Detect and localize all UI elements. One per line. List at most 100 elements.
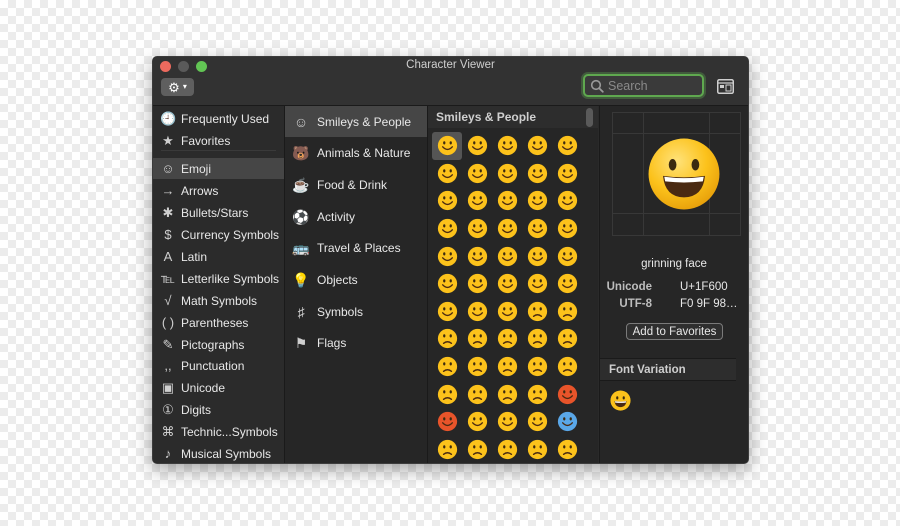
emoji-cell[interactable]	[432, 408, 462, 436]
emoji-cell[interactable]	[432, 270, 462, 298]
search-icon	[590, 79, 604, 93]
emoji-cell[interactable]	[432, 325, 462, 353]
emoji-cell[interactable]	[492, 380, 522, 408]
emoji-cell[interactable]	[462, 242, 492, 270]
emoji-cell[interactable]	[552, 408, 582, 436]
category-activity[interactable]: ⚽ Activity	[285, 201, 427, 232]
emoji-cell[interactable]	[522, 215, 552, 243]
emoji-cell[interactable]	[552, 187, 582, 215]
emoji-cell[interactable]	[522, 132, 552, 160]
emoji-cell[interactable]	[432, 298, 462, 326]
emoji-cell[interactable]	[522, 270, 552, 298]
emoji-cell[interactable]	[522, 187, 552, 215]
emoji-cell[interactable]	[552, 215, 582, 243]
emoji-cell[interactable]	[462, 298, 492, 326]
emoji-cell[interactable]	[552, 325, 582, 353]
emoji-cell[interactable]	[462, 160, 492, 188]
sidebar-item-latin[interactable]: A Latin	[153, 246, 284, 267]
emoji-face-icon	[437, 412, 457, 432]
emoji-cell[interactable]	[492, 242, 522, 270]
sidebar-item-letterlike-symbols[interactable]: ℡ Letterlike Symbols	[153, 268, 284, 289]
emoji-face-icon	[527, 218, 547, 239]
emoji-cell[interactable]	[492, 436, 522, 463]
emoji-cell[interactable]	[462, 270, 492, 298]
emoji-cell[interactable]	[552, 436, 582, 463]
category-flags[interactable]: ⚑ Flags	[285, 328, 427, 359]
emoji-cell[interactable]	[462, 132, 492, 160]
sidebar-item-currency-symbols[interactable]: $ Currency Symbols	[153, 224, 284, 245]
sidebar-item-digits[interactable]: ① Digits	[153, 399, 284, 420]
emoji-cell[interactable]	[522, 242, 552, 270]
sidebar-item-unicode[interactable]: ▣ Unicode	[153, 377, 284, 398]
emoji-face-icon	[497, 412, 517, 432]
add-to-favorites-button[interactable]: Add to Favorites	[626, 323, 723, 340]
emoji-cell[interactable]	[492, 325, 522, 353]
emoji-cell[interactable]	[432, 242, 462, 270]
emoji-cell[interactable]	[432, 215, 462, 243]
emoji-cell[interactable]	[462, 353, 492, 381]
emoji-cell[interactable]	[462, 215, 492, 243]
category-icon: ⚽	[292, 208, 310, 225]
emoji-cell[interactable]	[552, 353, 582, 381]
emoji-cell[interactable]	[432, 132, 462, 160]
emoji-cell[interactable]	[462, 187, 492, 215]
expand-view-icon[interactable]	[717, 79, 734, 94]
search-input[interactable]	[604, 78, 702, 93]
emoji-cell[interactable]	[492, 132, 522, 160]
emoji-cell[interactable]	[492, 215, 522, 243]
emoji-cell[interactable]	[522, 325, 552, 353]
sidebar-item-favorites[interactable]: ★ Favorites	[153, 130, 284, 151]
emoji-cell[interactable]	[552, 298, 582, 326]
emoji-face-icon	[527, 191, 547, 211]
emoji-cell[interactable]	[432, 436, 462, 463]
emoji-cell[interactable]	[492, 187, 522, 215]
emoji-cell[interactable]	[522, 408, 552, 436]
emoji-cell[interactable]	[432, 353, 462, 381]
category-objects[interactable]: 💡 Objects	[285, 265, 427, 296]
font-variation-emoji[interactable]	[610, 390, 631, 411]
sidebar-item-punctuation[interactable]: ,, Punctuation	[153, 355, 284, 376]
sidebar-item-bullets-stars[interactable]: ✱ Bullets/Stars	[153, 202, 284, 223]
sidebar-item-arrows[interactable]: → Arrows	[153, 180, 284, 201]
sidebar-item-pictographs[interactable]: ✎ Pictographs	[153, 334, 284, 355]
emoji-cell[interactable]	[552, 242, 582, 270]
category-smileys-people[interactable]: ☺ Smileys & People	[285, 106, 427, 137]
emoji-cell[interactable]	[492, 298, 522, 326]
emoji-cell[interactable]	[552, 270, 582, 298]
emoji-cell[interactable]	[462, 380, 492, 408]
emoji-cell[interactable]	[552, 132, 582, 160]
sidebar-item-math-symbols[interactable]: √ Math Symbols	[153, 290, 284, 311]
sidebar-item-parentheses[interactable]: ( ) Parentheses	[153, 312, 284, 333]
emoji-cell[interactable]	[522, 160, 552, 188]
category-symbols[interactable]: ♯ Symbols	[285, 296, 427, 327]
sidebar-item-emoji[interactable]: ☺ Emoji	[153, 158, 284, 179]
emoji-cell[interactable]	[462, 325, 492, 353]
emoji-face-icon	[527, 163, 547, 184]
emoji-cell[interactable]	[492, 270, 522, 298]
emoji-cell[interactable]	[432, 380, 462, 408]
scrollbar-thumb[interactable]	[586, 108, 593, 127]
search-field[interactable]	[583, 74, 704, 97]
emoji-cell[interactable]	[522, 298, 552, 326]
sidebar-item-musical-symbols[interactable]: ♪ Musical Symbols	[153, 443, 284, 463]
sidebar-item-frequently-used[interactable]: 🕘 Frequently Used	[153, 108, 284, 129]
emoji-cell[interactable]	[462, 436, 492, 463]
action-menu-button[interactable]: ⚙ ▾	[161, 78, 194, 96]
emoji-cell[interactable]	[522, 436, 552, 463]
emoji-cell[interactable]	[492, 160, 522, 188]
sidebar-item-technic-symbols[interactable]: ⌘ Technic...Symbols	[153, 421, 284, 442]
emoji-cell[interactable]	[492, 353, 522, 381]
emoji-cell[interactable]	[432, 160, 462, 188]
category-food-drink[interactable]: ☕ Food & Drink	[285, 169, 427, 200]
category-animals-nature[interactable]: 🐻 Animals & Nature	[285, 138, 427, 169]
emoji-face-icon	[557, 274, 577, 294]
emoji-cell[interactable]	[492, 408, 522, 436]
emoji-cell[interactable]	[432, 187, 462, 215]
emoji-cell[interactable]	[522, 380, 552, 408]
category-label: Travel & Places	[317, 241, 401, 256]
emoji-cell[interactable]	[552, 160, 582, 188]
emoji-cell[interactable]	[462, 408, 492, 436]
emoji-cell[interactable]	[552, 380, 582, 408]
category-travel-places[interactable]: 🚌 Travel & Places	[285, 233, 427, 264]
emoji-cell[interactable]	[522, 353, 552, 381]
